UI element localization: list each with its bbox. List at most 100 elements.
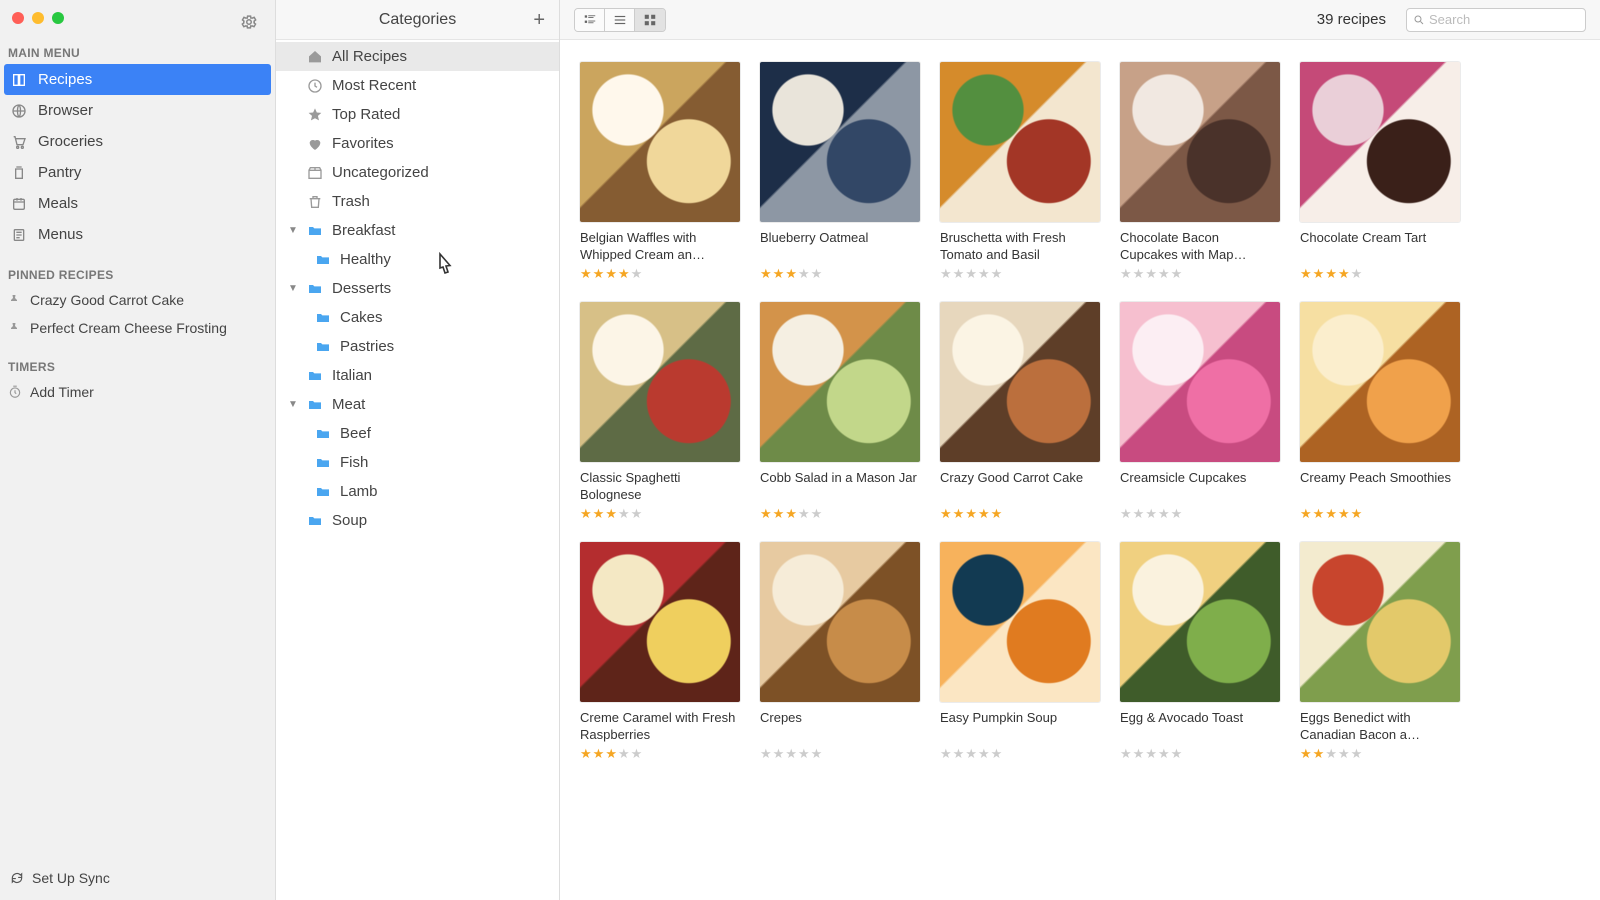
star-icon: ★ [1171, 506, 1183, 522]
recipe-card[interactable]: Creamsicle Cupcakes★★★★★ [1120, 302, 1280, 522]
star-icon: ★ [580, 746, 592, 762]
window-traffic-lights [0, 0, 275, 28]
star-icon: ★ [953, 746, 965, 762]
recipe-thumbnail [580, 542, 740, 702]
view-mode-list-button[interactable] [605, 9, 635, 31]
star-icon: ★ [991, 506, 1003, 522]
category-label: Soup [332, 512, 367, 529]
view-mode-detail-button[interactable] [575, 9, 605, 31]
categories-header: Categories + [276, 0, 559, 40]
recipe-card[interactable]: Easy Pumpkin Soup★★★★★ [940, 542, 1100, 762]
recipe-card[interactable]: Blueberry Oatmeal★★★★★ [760, 62, 920, 282]
recipe-card[interactable]: Belgian Waffles with Whipped Cream an…★★… [580, 62, 740, 282]
pinned-recipe-item[interactable]: Perfect Cream Cheese Frosting [0, 314, 275, 342]
recipe-card[interactable]: Chocolate Bacon Cupcakes with Map…★★★★★ [1120, 62, 1280, 282]
settings-gear-button[interactable] [239, 12, 259, 32]
star-icon: ★ [1351, 266, 1363, 282]
category-label: Cakes [340, 309, 383, 326]
category-item[interactable]: Uncategorized [276, 158, 559, 187]
add-timer-label: Add Timer [30, 384, 94, 400]
category-item[interactable]: ▼Desserts [276, 274, 559, 303]
trash-icon [306, 194, 324, 210]
star-icon: ★ [1158, 746, 1170, 762]
category-label: Favorites [332, 135, 394, 152]
star-icon: ★ [1325, 506, 1337, 522]
recipe-card[interactable]: Crazy Good Carrot Cake★★★★★ [940, 302, 1100, 522]
recipe-card[interactable]: Eggs Benedict with Canadian Bacon a…★★★★… [1300, 542, 1460, 762]
recipe-thumbnail [940, 62, 1100, 222]
add-category-button[interactable]: + [533, 10, 545, 30]
category-item[interactable]: Most Recent [276, 71, 559, 100]
set-up-sync-button[interactable]: Set Up Sync [0, 860, 275, 900]
sidebar-item-label: Menus [38, 226, 83, 243]
category-item[interactable]: Healthy [276, 245, 559, 274]
recipe-grid-scroll[interactable]: Belgian Waffles with Whipped Cream an…★★… [560, 40, 1600, 900]
sidebar-item-menus[interactable]: Menus [0, 219, 275, 250]
category-item[interactable]: Pastries [276, 332, 559, 361]
category-item[interactable]: ▼ Breakfast [276, 216, 559, 245]
recipe-rating: ★★★★★ [940, 746, 1100, 762]
star-icon: ★ [1338, 506, 1350, 522]
star-icon: ★ [1133, 506, 1145, 522]
category-item[interactable]: Trash [276, 187, 559, 216]
recipe-rating: ★★★★★ [580, 506, 740, 522]
search-field[interactable] [1406, 8, 1586, 32]
star-icon: ★ [605, 746, 617, 762]
window-zoom-button[interactable] [52, 12, 64, 24]
category-item[interactable]: Cakes [276, 303, 559, 332]
calendar-icon [10, 196, 28, 212]
recipe-card[interactable]: Classic Spaghetti Bolognese★★★★★ [580, 302, 740, 522]
view-mode-grid-button[interactable] [635, 9, 665, 31]
categories-title: Categories [379, 11, 456, 29]
category-item[interactable]: Lamb [276, 477, 559, 506]
star-icon: ★ [760, 506, 772, 522]
recipe-card[interactable]: Egg & Avocado Toast★★★★★ [1120, 542, 1280, 762]
category-item[interactable]: Favorites [276, 129, 559, 158]
star-icon: ★ [785, 746, 797, 762]
category-item[interactable]: Fish [276, 448, 559, 477]
disclosure-triangle-icon[interactable]: ▼ [288, 283, 298, 294]
star-icon: ★ [1338, 266, 1350, 282]
sidebar-item-browser[interactable]: Browser [0, 95, 275, 126]
recipe-rating: ★★★★★ [940, 506, 1100, 522]
sidebar-item-pantry[interactable]: Pantry [0, 157, 275, 188]
pinned-recipe-item[interactable]: Crazy Good Carrot Cake [0, 286, 275, 314]
category-label: Healthy [340, 251, 391, 268]
star-icon: ★ [965, 746, 977, 762]
recipe-card[interactable]: Crepes★★★★★ [760, 542, 920, 762]
category-item[interactable]: Top Rated [276, 100, 559, 129]
star-icon: ★ [580, 266, 592, 282]
star-icon: ★ [593, 266, 605, 282]
search-input[interactable] [1429, 12, 1579, 27]
category-item[interactable]: ▼Meat [276, 390, 559, 419]
category-item[interactable]: Soup [276, 506, 559, 535]
star-icon: ★ [811, 746, 823, 762]
star-icon: ★ [1133, 266, 1145, 282]
sidebar-item-meals[interactable]: Meals [0, 188, 275, 219]
recipe-card[interactable]: Creme Caramel with Fresh Raspberries★★★★… [580, 542, 740, 762]
star-icon: ★ [1145, 266, 1157, 282]
add-timer-button[interactable]: Add Timer [0, 378, 275, 406]
star-icon: ★ [631, 506, 643, 522]
recipe-card[interactable]: Bruschetta with Fresh Tomato and Basil★★… [940, 62, 1100, 282]
star-icon: ★ [1313, 746, 1325, 762]
recipe-title: Chocolate Cream Tart [1300, 230, 1460, 264]
disclosure-triangle-icon[interactable]: ▼ [288, 225, 298, 236]
recipe-rating: ★★★★★ [580, 266, 740, 282]
sidebar-item-recipes[interactable]: Recipes [4, 64, 271, 95]
sidebar-item-groceries[interactable]: Groceries [0, 126, 275, 157]
recipe-card[interactable]: Creamy Peach Smoothies★★★★★ [1300, 302, 1460, 522]
recipe-card[interactable]: Chocolate Cream Tart★★★★★ [1300, 62, 1460, 282]
disclosure-triangle-icon[interactable]: ▼ [288, 399, 298, 410]
sync-label: Set Up Sync [32, 870, 110, 886]
window-close-button[interactable] [12, 12, 24, 24]
window-minimize-button[interactable] [32, 12, 44, 24]
recipe-rating: ★★★★★ [580, 746, 740, 762]
category-item[interactable]: Italian [276, 361, 559, 390]
category-item[interactable]: Beef [276, 419, 559, 448]
category-label: Breakfast [332, 222, 395, 239]
recipe-card[interactable]: Cobb Salad in a Mason Jar★★★★★ [760, 302, 920, 522]
category-item[interactable]: All Recipes [276, 42, 559, 71]
sidebar-item-label: Meals [38, 195, 78, 212]
star-icon: ★ [773, 746, 785, 762]
